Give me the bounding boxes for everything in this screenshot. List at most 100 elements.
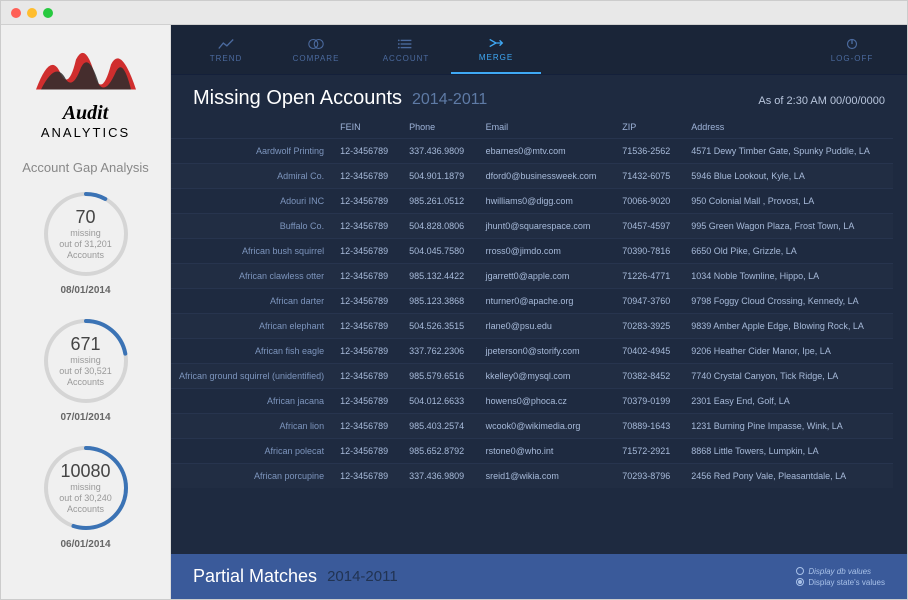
gap-card[interactable]: 70 missingout of 31,201Accounts 08/01/20… bbox=[41, 189, 131, 296]
nav-label: MERGE bbox=[479, 53, 513, 62]
cell-zip: 71226-4771 bbox=[614, 264, 683, 289]
column-header[interactable]: Address bbox=[683, 116, 893, 139]
cell-phone: 985.261.0512 bbox=[401, 189, 478, 214]
nav-label: TREND bbox=[210, 54, 243, 63]
cell-phone: 504.901.1879 bbox=[401, 164, 478, 189]
cell-name: African darter bbox=[171, 289, 332, 314]
cell-fein: 12-3456789 bbox=[332, 339, 401, 364]
main-panel: TREND COMPARE ACCOUNT MERGE LOG-OFF bbox=[171, 25, 907, 599]
partial-years: 2014-2011 bbox=[327, 568, 398, 585]
app-window: Audit ANALYTICS Account Gap Analysis 70 … bbox=[0, 0, 908, 600]
gap-date: 08/01/2014 bbox=[60, 285, 110, 296]
gap-ring: 70 missingout of 31,201Accounts bbox=[41, 189, 131, 279]
gap-number: 70 bbox=[75, 207, 95, 228]
close-icon[interactable] bbox=[11, 8, 21, 18]
cell-email: rross0@jimdo.com bbox=[478, 239, 615, 264]
partial-title: Partial Matches bbox=[193, 566, 317, 587]
radio-db-values[interactable]: Display db values bbox=[796, 567, 885, 576]
cell-zip: 70457-4597 bbox=[614, 214, 683, 239]
table-row[interactable]: African ground squirrel (unidentified)12… bbox=[171, 364, 893, 389]
accounts-table: FEINPhoneEmailZIPAddress Aardwolf Printi… bbox=[171, 116, 893, 488]
table-row[interactable]: Buffalo Co.12-3456789504.828.0806jhunt0@… bbox=[171, 214, 893, 239]
cell-zip: 70283-3925 bbox=[614, 314, 683, 339]
table-row[interactable]: African porcupine12-3456789337.436.9809s… bbox=[171, 464, 893, 489]
cell-email: jhunt0@squarespace.com bbox=[478, 214, 615, 239]
table-row[interactable]: African darter12-3456789985.123.3868ntur… bbox=[171, 289, 893, 314]
gap-date: 07/01/2014 bbox=[60, 412, 110, 423]
radio-label: Display state's values bbox=[808, 578, 885, 587]
table-row[interactable]: Admiral Co.12-3456789504.901.1879dford0@… bbox=[171, 164, 893, 189]
table-row[interactable]: African clawless otter12-3456789985.132.… bbox=[171, 264, 893, 289]
column-header[interactable]: ZIP bbox=[614, 116, 683, 139]
cell-fein: 12-3456789 bbox=[332, 214, 401, 239]
table-row[interactable]: Aardwolf Printing12-3456789337.436.9809e… bbox=[171, 139, 893, 164]
cell-zip: 70947-3760 bbox=[614, 289, 683, 314]
cell-phone: 985.579.6516 bbox=[401, 364, 478, 389]
gap-card[interactable]: 10080 missingout of 30,240Accounts 06/01… bbox=[41, 443, 131, 550]
cell-phone: 337.762.2306 bbox=[401, 339, 478, 364]
nav-logoff[interactable]: LOG-OFF bbox=[807, 25, 897, 74]
nav-compare[interactable]: COMPARE bbox=[271, 25, 361, 74]
nav-account[interactable]: ACCOUNT bbox=[361, 25, 451, 74]
asof-text: As of 2:30 AM 00/00/0000 bbox=[758, 95, 885, 107]
cell-email: hwilliams0@digg.com bbox=[478, 189, 615, 214]
cell-zip: 71432-6075 bbox=[614, 164, 683, 189]
table-row[interactable]: African elephant12-3456789504.526.3515rl… bbox=[171, 314, 893, 339]
cell-fein: 12-3456789 bbox=[332, 464, 401, 489]
titlebar bbox=[1, 1, 907, 25]
partial-matches-bar: Partial Matches 2014-2011 Display db val… bbox=[171, 554, 907, 599]
gap-label: missingout of 30,240Accounts bbox=[59, 482, 112, 514]
page-title: Missing Open Accounts bbox=[193, 87, 402, 110]
cell-fein: 12-3456789 bbox=[332, 389, 401, 414]
table-row[interactable]: Adouri INC12-3456789985.261.0512hwilliam… bbox=[171, 189, 893, 214]
cell-name: African ground squirrel (unidentified) bbox=[171, 364, 332, 389]
column-header[interactable]: FEIN bbox=[332, 116, 401, 139]
cell-name: African clawless otter bbox=[171, 264, 332, 289]
gap-number: 10080 bbox=[60, 461, 110, 482]
gap-card[interactable]: 671 missingout of 30,521Accounts 07/01/2… bbox=[41, 316, 131, 423]
cell-zip: 70402-4945 bbox=[614, 339, 683, 364]
column-header[interactable]: Email bbox=[478, 116, 615, 139]
cell-addr: 6650 Old Pike, Grizzle, LA bbox=[683, 239, 893, 264]
radio-state-values[interactable]: Display state's values bbox=[796, 578, 885, 587]
cell-zip: 70382-8452 bbox=[614, 364, 683, 389]
cell-email: nturner0@apache.org bbox=[478, 289, 615, 314]
column-header[interactable] bbox=[171, 116, 332, 139]
cell-addr: 2301 Easy End, Golf, LA bbox=[683, 389, 893, 414]
radio-icon bbox=[796, 567, 804, 575]
display-radio-group: Display db values Display state's values bbox=[796, 567, 885, 587]
top-nav: TREND COMPARE ACCOUNT MERGE LOG-OFF bbox=[171, 25, 907, 75]
cell-fein: 12-3456789 bbox=[332, 264, 401, 289]
cell-email: rlane0@psu.edu bbox=[478, 314, 615, 339]
cell-fein: 12-3456789 bbox=[332, 289, 401, 314]
logo-text-1: Audit bbox=[31, 102, 141, 125]
minimize-icon[interactable] bbox=[27, 8, 37, 18]
table-row[interactable]: African polecat12-3456789985.652.8792rst… bbox=[171, 439, 893, 464]
nav-merge[interactable]: MERGE bbox=[451, 25, 541, 74]
nav-trend[interactable]: TREND bbox=[181, 25, 271, 74]
cell-phone: 985.132.4422 bbox=[401, 264, 478, 289]
cell-addr: 9206 Heather Cider Manor, Ipe, LA bbox=[683, 339, 893, 364]
gap-ring: 671 missingout of 30,521Accounts bbox=[41, 316, 131, 406]
logo-text-2: ANALYTICS bbox=[31, 125, 141, 140]
cell-zip: 70390-7816 bbox=[614, 239, 683, 264]
cell-fein: 12-3456789 bbox=[332, 439, 401, 464]
table-row[interactable]: African bush squirrel12-3456789504.045.7… bbox=[171, 239, 893, 264]
radio-icon bbox=[796, 578, 804, 586]
cell-fein: 12-3456789 bbox=[332, 139, 401, 164]
table-row[interactable]: African fish eagle12-3456789337.762.2306… bbox=[171, 339, 893, 364]
cell-addr: 1231 Burning Pine Impasse, Wink, LA bbox=[683, 414, 893, 439]
table-row[interactable]: African lion12-3456789985.403.2574wcook0… bbox=[171, 414, 893, 439]
column-header[interactable]: Phone bbox=[401, 116, 478, 139]
nav-label: LOG-OFF bbox=[831, 54, 874, 63]
table-scroll[interactable]: FEINPhoneEmailZIPAddress Aardwolf Printi… bbox=[171, 116, 907, 554]
cell-addr: 4571 Dewy Timber Gate, Spunky Puddle, LA bbox=[683, 139, 893, 164]
cell-phone: 985.403.2574 bbox=[401, 414, 478, 439]
cell-email: dford0@businessweek.com bbox=[478, 164, 615, 189]
table-row[interactable]: African jacana12-3456789504.012.6633howe… bbox=[171, 389, 893, 414]
cell-email: kkelley0@mysql.com bbox=[478, 364, 615, 389]
cell-name: African elephant bbox=[171, 314, 332, 339]
maximize-icon[interactable] bbox=[43, 8, 53, 18]
cell-zip: 70066-9020 bbox=[614, 189, 683, 214]
cell-name: Buffalo Co. bbox=[171, 214, 332, 239]
